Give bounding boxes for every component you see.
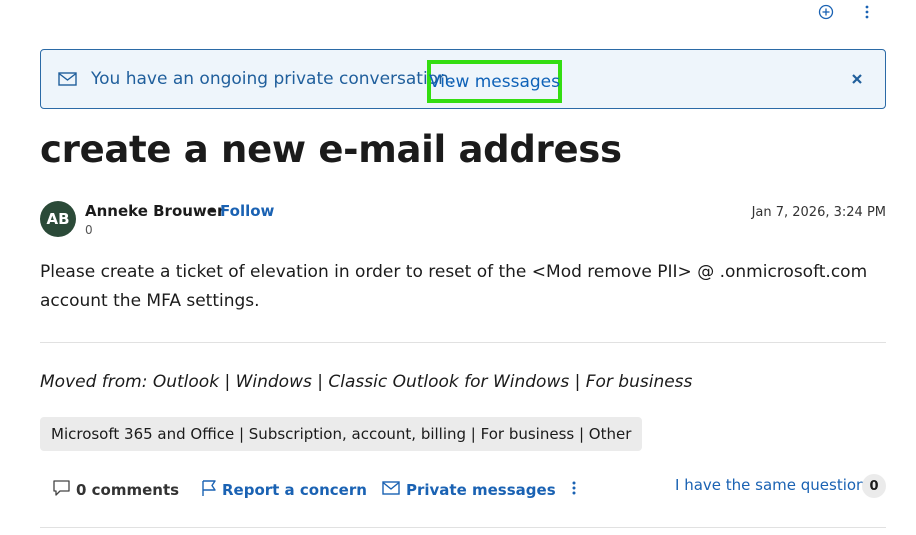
question-body: Please create a ticket of elevation in o… — [40, 262, 868, 311]
divider — [40, 527, 886, 528]
private-messages-button[interactable]: Private messages — [382, 478, 556, 502]
vertical-ellipsis-icon — [565, 479, 583, 501]
comment-icon — [52, 479, 71, 501]
mail-icon — [382, 480, 401, 500]
divider — [40, 342, 886, 343]
close-icon[interactable] — [849, 71, 865, 87]
same-question-button[interactable]: I have the same question — [675, 476, 866, 494]
banner-message: You have an ongoing private conversation… — [91, 69, 455, 89]
top-actions — [0, 0, 916, 28]
report-concern-button[interactable]: Report a concern — [200, 478, 367, 502]
view-messages-link[interactable]: View messages — [427, 60, 562, 103]
category-tag[interactable]: Microsoft 365 and Office | Subscription,… — [40, 417, 643, 451]
post-date: Jan 7, 2026, 3:24 PM — [751, 205, 886, 220]
more-actions-button[interactable] — [565, 478, 583, 502]
author-name[interactable]: Anneke Brouwer — [85, 202, 224, 220]
page-title: create a new e-mail address — [40, 128, 622, 171]
comments-button[interactable]: 0 comments — [52, 478, 179, 502]
category-tag-label: Microsoft 365 and Office | Subscription,… — [51, 425, 632, 443]
private-conversation-banner: You have an ongoing private conversation… — [40, 49, 886, 109]
flag-icon — [200, 479, 217, 501]
avatar[interactable]: AB — [40, 201, 76, 237]
author-reputation: 0 — [85, 223, 93, 237]
moved-from: Moved from: Outlook | Windows | Classic … — [40, 372, 693, 392]
report-concern-label: Report a concern — [222, 481, 367, 499]
comments-label: 0 comments — [76, 481, 180, 499]
follow-link[interactable]: Follow — [220, 202, 274, 220]
private-messages-label: Private messages — [406, 481, 556, 499]
mail-icon — [58, 71, 78, 87]
circle-plus-icon[interactable] — [817, 3, 835, 21]
author-separator: • — [207, 202, 216, 220]
same-question-count: 0 — [862, 474, 886, 498]
vertical-ellipsis-icon[interactable] — [858, 3, 876, 21]
